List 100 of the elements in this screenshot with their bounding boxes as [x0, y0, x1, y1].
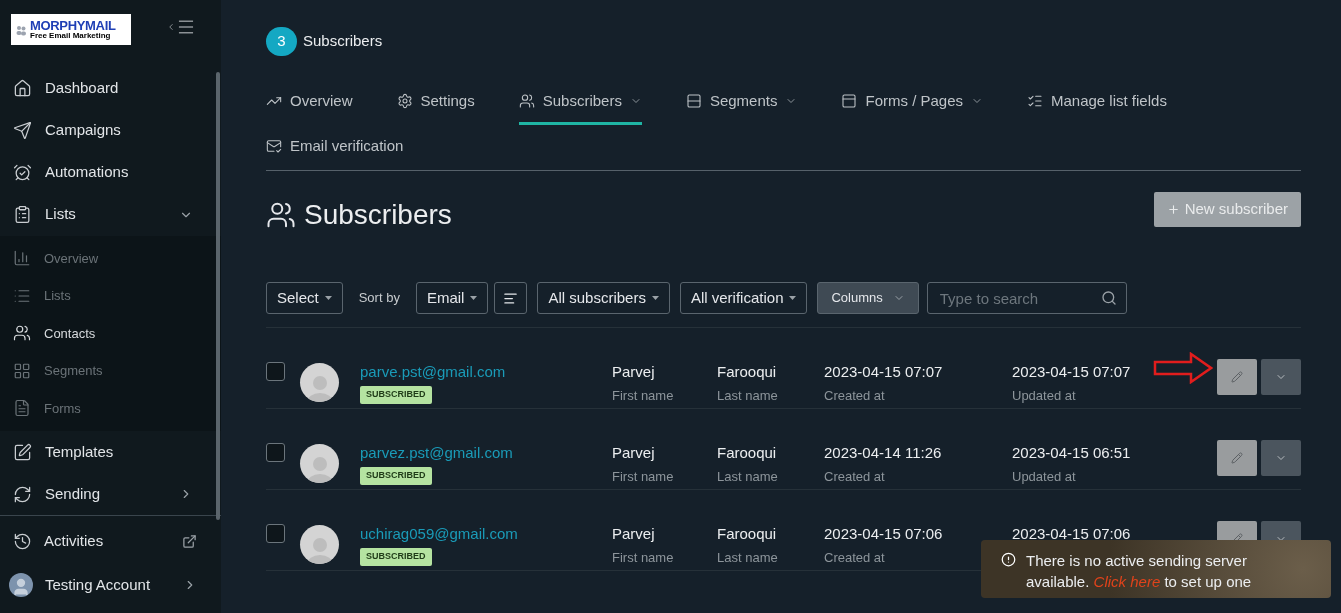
checkbox[interactable] [266, 362, 285, 381]
submenu-item[interactable]: Lists [0, 277, 221, 315]
submenu-item[interactable]: Overview [0, 239, 221, 277]
checklist-icon [1027, 93, 1043, 109]
cell-label: Last name [717, 468, 778, 486]
cell-value: 2023-04-15 07:07 [824, 362, 943, 382]
panel-icon [841, 93, 858, 109]
toast-message: There is no active sending server available. Click here to set up one [1026, 551, 1253, 592]
clipboard-icon [13, 205, 32, 224]
cell-value: Parvej [612, 443, 655, 463]
caret-icon [470, 296, 478, 300]
avatar-icon [9, 573, 33, 597]
cell-value: Parvej [612, 362, 655, 382]
tab[interactable]: Segments [685, 80, 798, 125]
cell-label: Updated at [1012, 387, 1076, 405]
grid-icon [13, 361, 31, 380]
submenu-item[interactable]: Forms [0, 389, 221, 427]
cell-value: Parvej [612, 524, 655, 544]
sidebar-item[interactable]: Campaigns [0, 109, 221, 152]
select-dropdown[interactable]: Select [266, 282, 343, 314]
settings-icon [396, 93, 413, 109]
account-menu[interactable]: Testing Account [0, 563, 221, 607]
cell-label: First name [612, 387, 674, 405]
cell-value: Farooqui [717, 524, 777, 544]
cell-value: 2023-04-15 06:51 [1012, 443, 1131, 463]
checkbox[interactable] [266, 524, 285, 543]
tab[interactable]: Overview [266, 80, 353, 125]
caret-icon [324, 296, 332, 300]
status-badge: SUBSCRIBED [360, 548, 432, 566]
filter-dropdown[interactable]: All subscribers [537, 282, 670, 314]
tab[interactable]: Settings [396, 80, 475, 125]
cell-value: Farooqui [717, 443, 777, 463]
cell-label: Last name [717, 387, 778, 405]
caret-icon [651, 296, 659, 300]
avatar-icon [300, 363, 339, 402]
paper-plane-icon [13, 121, 32, 140]
form-icon [13, 399, 31, 418]
pen-square-icon [13, 442, 32, 462]
cell-value: 2023-04-15 07:06 [1012, 524, 1131, 544]
cell-label: Created at [824, 468, 885, 486]
users-icon [266, 200, 296, 230]
pencil-icon [1231, 371, 1243, 383]
page-heading: Subscribers [304, 198, 452, 232]
sort-label: Sort by [358, 289, 400, 308]
chevron-left-icon [166, 22, 176, 32]
sidebar-item[interactable]: Activities [0, 519, 221, 563]
status-badge: SUBSCRIBED [360, 467, 432, 485]
sidebar-item[interactable]: Automations [0, 151, 221, 194]
external-link-icon [182, 533, 197, 549]
cell-label: Updated at [1012, 468, 1076, 486]
submenu-item[interactable]: Segments [0, 352, 221, 390]
house-icon [13, 79, 32, 98]
alarm-clock-icon [13, 163, 32, 182]
logo-tagline: Free Email Marketing [30, 32, 112, 40]
list-title: Subscribers [303, 31, 383, 52]
users-icon [518, 93, 535, 109]
cell-label: Last name [717, 549, 778, 567]
refresh-icon [13, 484, 32, 504]
tab[interactable]: Subscribers [518, 80, 642, 125]
caret-icon [789, 296, 797, 300]
tab[interactable]: Email verification [266, 125, 404, 170]
sidebar-item[interactable]: Sending [0, 473, 221, 515]
cell-value: 2023-04-14 11:26 [824, 443, 942, 463]
sidebar-item[interactable]: Lists [0, 193, 221, 236]
cell-value: Farooqui [717, 362, 777, 382]
search-icon [1100, 290, 1117, 306]
cell-value: 2023-04-15 07:06 [824, 524, 943, 544]
people-icon [15, 23, 27, 36]
rows-icon [685, 93, 702, 109]
bar-chart-icon [13, 249, 31, 268]
search-field[interactable]: Type to search [926, 282, 1127, 314]
tab[interactable]: Forms / Pages [841, 80, 983, 125]
submenu-item[interactable]: Contacts [0, 314, 221, 352]
cell-label: Created at [824, 549, 885, 567]
cell-label: First name [612, 468, 674, 486]
count-badge: 3 [266, 27, 297, 56]
users-icon [13, 324, 31, 343]
email-link[interactable]: parvez.pst@gmail.com [360, 443, 513, 463]
cell-label: Created at [824, 387, 885, 405]
history-icon [13, 531, 32, 551]
status-badge: SUBSCRIBED [360, 386, 432, 404]
sort-order-button[interactable] [494, 282, 528, 314]
sidebar-item[interactable]: Dashboard [0, 67, 221, 110]
sort-dropdown[interactable]: Email [415, 282, 489, 314]
logo-name: MORPHYMAIL [30, 19, 116, 32]
sidebar-item[interactable]: Templates [0, 431, 221, 473]
mail-check-icon [266, 138, 282, 154]
plus-icon [1166, 202, 1180, 216]
checkbox[interactable] [266, 443, 285, 462]
pencil-icon [1231, 452, 1243, 464]
tab[interactable]: Manage list fields [1027, 80, 1167, 125]
email-link[interactable]: uchirag059@gmail.com [360, 524, 518, 544]
filter-dropdown[interactable]: All verification [679, 282, 808, 314]
email-link[interactable]: parve.pst@gmail.com [360, 362, 506, 382]
alert-icon [1001, 552, 1016, 567]
avatar-icon [300, 525, 339, 564]
avatar-icon [300, 444, 339, 483]
columns-button[interactable]: Columns [817, 282, 919, 314]
cell-label: First name [612, 549, 674, 567]
sort-icon [503, 290, 519, 306]
